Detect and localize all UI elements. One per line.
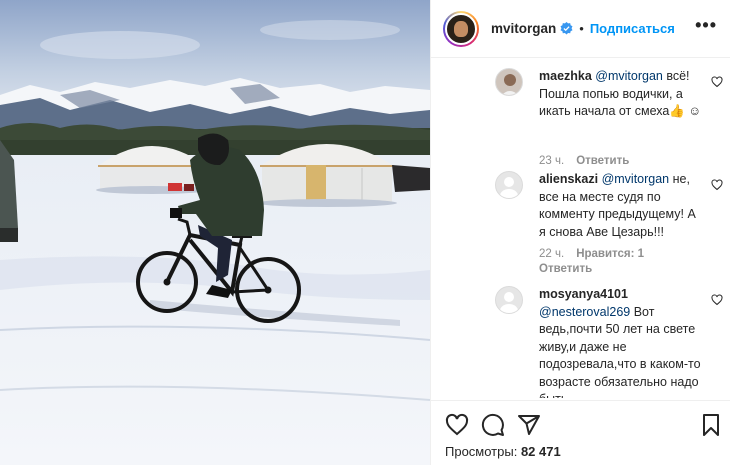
action-bar: Просмотры: 82 471 <box>431 400 730 465</box>
comment-username[interactable]: alienskazi <box>539 172 598 186</box>
post-modal: mvitorgan • Подписаться ••• maezhka @mvi… <box>0 0 730 465</box>
verified-badge-icon <box>560 22 573 35</box>
comment-mention[interactable]: @mvitorgan <box>595 69 663 83</box>
comment-likes[interactable]: Нравится: 1 <box>576 248 644 260</box>
comment-text: alienskazi @mvitorgan не, все на месте с… <box>539 171 705 241</box>
views-label: Просмотры: <box>445 444 518 459</box>
comment-bubble-icon[interactable] <box>481 413 505 437</box>
author-username[interactable]: mvitorgan <box>491 21 556 36</box>
commenter-avatar[interactable] <box>495 286 523 314</box>
comment-text: mosyanya4101 @nesteroval269 Вот ведь,поч… <box>539 286 705 398</box>
more-options-icon[interactable]: ••• <box>695 16 717 34</box>
comment-meta: 23 ч. Ответить <box>539 154 629 169</box>
video-frame <box>0 0 430 465</box>
commenter-avatar[interactable] <box>495 68 523 96</box>
post-header: mvitorgan • Подписаться ••• <box>431 0 730 58</box>
reply-button[interactable]: Ответить <box>576 155 629 167</box>
post-video[interactable] <box>0 0 430 465</box>
comments-list[interactable]: maezhka @mvitorgan всё! Пошла попью води… <box>431 58 730 398</box>
commenter-avatar[interactable] <box>495 171 523 199</box>
comment-time: 23 ч. <box>539 155 565 167</box>
paper-plane-icon[interactable] <box>517 413 541 437</box>
comment-meta: 22 ч. Нравится: 1 Ответить <box>539 247 709 277</box>
heart-icon[interactable] <box>445 413 469 437</box>
comment-username[interactable]: mosyanya4101 <box>539 287 628 301</box>
post-sidebar: mvitorgan • Подписаться ••• maezhka @mvi… <box>430 0 730 465</box>
author-avatar[interactable] <box>443 10 479 47</box>
reply-button[interactable]: Ответить <box>539 263 592 275</box>
comment-time: 22 ч. <box>539 248 565 260</box>
small-heart-icon[interactable] <box>711 76 723 88</box>
small-heart-icon[interactable] <box>711 179 723 191</box>
comment-mention[interactable]: @nesteroval269 <box>539 305 630 319</box>
views-count: Просмотры: 82 471 <box>445 444 561 459</box>
header-separator: • <box>579 21 584 36</box>
follow-button[interactable]: Подписаться <box>590 21 675 36</box>
comment-mention[interactable]: @mvitorgan <box>602 172 670 186</box>
small-heart-icon[interactable] <box>711 294 723 306</box>
comment-username[interactable]: maezhka <box>539 69 592 83</box>
bookmark-icon[interactable] <box>699 413 723 437</box>
comment-text: maezhka @mvitorgan всё! Пошла попью води… <box>539 68 705 121</box>
views-number: 82 471 <box>520 444 561 459</box>
